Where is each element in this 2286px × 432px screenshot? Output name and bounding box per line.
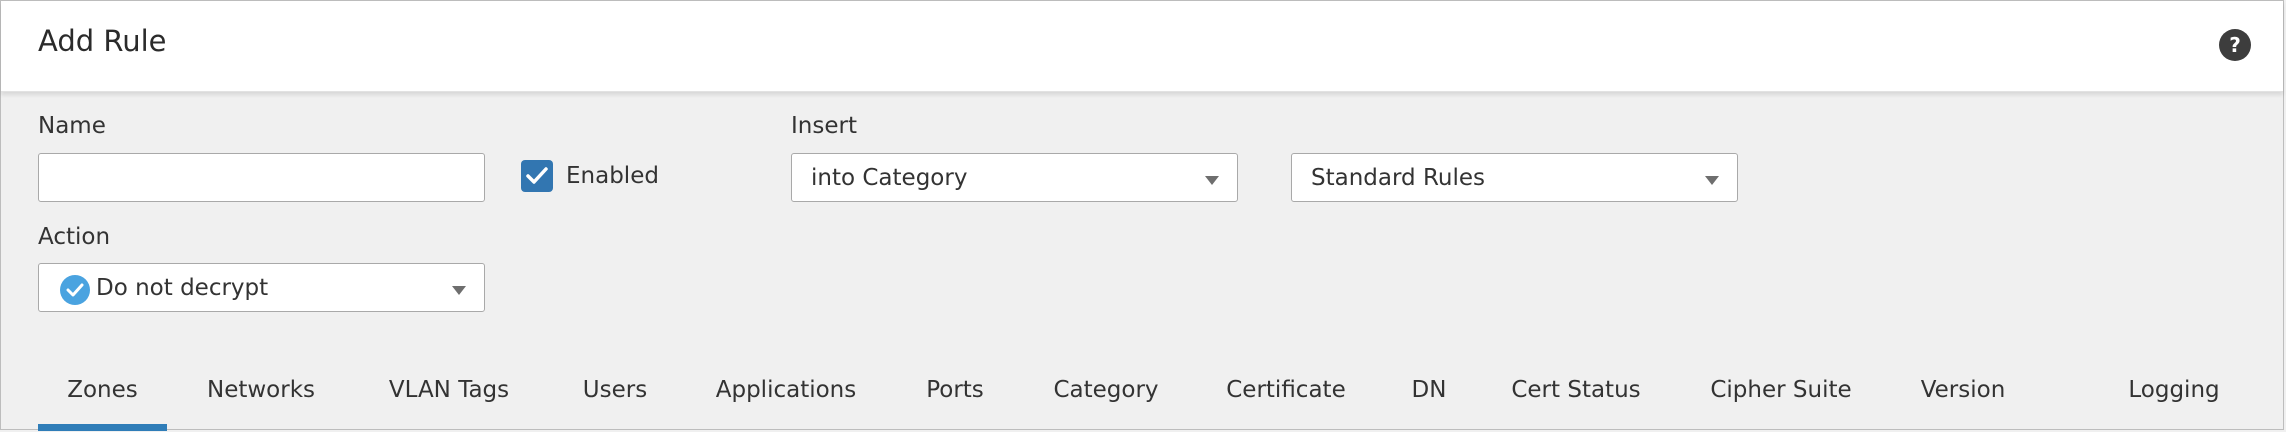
tab-logging[interactable]: Logging xyxy=(2115,365,2233,431)
tab-zones[interactable]: Zones xyxy=(38,365,167,431)
insert-label: Insert xyxy=(791,113,857,139)
tab-vlan-tags[interactable]: VLAN Tags xyxy=(373,365,525,431)
name-label: Name xyxy=(38,113,106,139)
enabled-checkbox[interactable] xyxy=(521,160,553,192)
chevron-down-icon xyxy=(1205,176,1219,185)
action-label: Action xyxy=(38,224,111,250)
tab-version[interactable]: Version xyxy=(1911,365,2015,431)
tab-dn[interactable]: DN xyxy=(1403,365,1455,431)
check-circle-icon xyxy=(60,275,90,305)
add-rule-dialog: Add Rule ? Name Enabled Insert into Cate… xyxy=(0,0,2284,431)
enabled-label: Enabled xyxy=(566,163,659,189)
tab-category[interactable]: Category xyxy=(1043,365,1169,431)
dialog-header: Add Rule ? xyxy=(1,1,2283,92)
insert-position-value: into Category xyxy=(811,165,968,191)
action-select[interactable]: Do not decrypt xyxy=(38,263,485,312)
chevron-down-icon xyxy=(452,286,466,295)
tab-ports[interactable]: Ports xyxy=(913,365,997,431)
name-input[interactable] xyxy=(38,153,485,202)
dialog-title: Add Rule xyxy=(38,24,167,58)
tab-applications[interactable]: Applications xyxy=(705,365,867,431)
action-value: Do not decrypt xyxy=(96,275,269,301)
insert-position-select[interactable]: into Category xyxy=(791,153,1238,202)
checkmark-icon xyxy=(526,167,548,184)
tab-certificate[interactable]: Certificate xyxy=(1215,365,1357,431)
insert-category-value: Standard Rules xyxy=(1311,165,1485,191)
insert-category-select[interactable]: Standard Rules xyxy=(1291,153,1738,202)
tab-users[interactable]: Users xyxy=(571,365,659,431)
chevron-down-icon xyxy=(1705,176,1719,185)
tab-cipher-suite[interactable]: Cipher Suite xyxy=(1697,365,1865,431)
rule-tabs: Zones Networks VLAN Tags Users Applicati… xyxy=(1,365,2283,431)
tab-networks[interactable]: Networks xyxy=(195,365,327,431)
help-icon[interactable]: ? xyxy=(2219,29,2251,61)
tab-cert-status[interactable]: Cert Status xyxy=(1501,365,1651,431)
